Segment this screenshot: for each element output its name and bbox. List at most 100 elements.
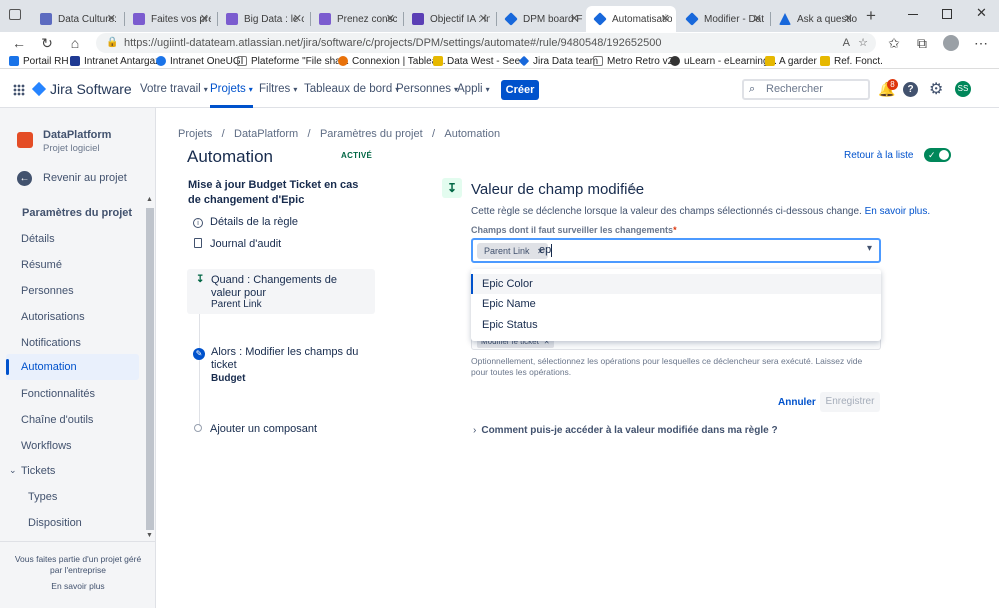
browser-tab[interactable]: DPM board FU ✕ — [497, 6, 585, 32]
browser-tab[interactable]: Prenez conscie ✕ — [311, 6, 401, 32]
action-component[interactable]: ✎ Alors : Modifier les champs du ticket … — [187, 344, 375, 386]
browser-tab[interactable]: Big Data : le c ✕ — [218, 6, 308, 32]
nav-apps[interactable]: Appli ▾ — [457, 70, 490, 108]
browser-tab[interactable]: Ask a question ✕ — [771, 6, 859, 32]
save-button[interactable]: Enregistrer — [820, 392, 880, 412]
bookmark[interactable]: Intranet OneUGI — [156, 54, 243, 68]
learn-more-link[interactable]: En savoir plus — [0, 581, 156, 591]
close-window-icon[interactable]: ✕ — [976, 5, 987, 21]
bookmark[interactable]: Connexion | Tablea... — [338, 54, 446, 68]
close-icon[interactable]: ✕ — [661, 12, 670, 25]
browser-tab[interactable]: Modifier - Dat ✕ — [678, 6, 768, 32]
chevron-down-icon[interactable]: ▾ — [867, 243, 872, 254]
maximize-icon[interactable] — [942, 9, 952, 19]
bookmark[interactable]: uLearn - eLearning... — [670, 54, 777, 68]
nav-your-work[interactable]: Votre travail ▾ — [140, 70, 208, 108]
add-component-button[interactable]: Ajouter un composant — [194, 421, 317, 435]
new-tab-icon[interactable]: + — [866, 6, 876, 26]
bookmark[interactable]: Portail RH — [9, 54, 69, 68]
close-icon[interactable]: ✕ — [107, 12, 116, 25]
project-avatar-icon[interactable] — [17, 132, 33, 148]
fields-search-text[interactable]: ep — [539, 244, 551, 256]
rule-enabled-toggle[interactable]: ✓ — [924, 148, 951, 162]
breadcrumb-project[interactable]: DataPlatform — [234, 128, 298, 140]
app-name[interactable]: Jira Software — [50, 81, 132, 97]
window-menu-icon[interactable] — [9, 9, 21, 20]
favorites-icon[interactable]: ✩ — [885, 34, 903, 52]
browser-tab[interactable]: Data Culture: V ✕ — [32, 6, 122, 32]
back-to-project-button[interactable]: ← Revenir au projet — [17, 171, 147, 187]
back-to-list-link[interactable]: Retour à la liste — [844, 150, 913, 161]
close-icon[interactable]: ✕ — [844, 12, 853, 25]
nav-projects[interactable]: Projets ▾ — [210, 70, 253, 108]
scroll-up-icon[interactable]: ▲ — [146, 196, 153, 203]
edit-title-pencil-icon[interactable]: ✎ — [628, 182, 637, 195]
search-input[interactable]: ⌕ Rechercher — [742, 79, 870, 100]
more-menu-icon[interactable]: ⋯ — [972, 34, 990, 52]
nav-filters[interactable]: Filtres ▾ — [259, 70, 297, 108]
breadcrumb-settings[interactable]: Paramètres du projet — [320, 128, 423, 140]
browser-tab[interactable]: Faites vos pre ✕ — [125, 6, 215, 32]
minimize-icon[interactable] — [908, 14, 918, 15]
jira-logo-icon[interactable] — [31, 81, 47, 97]
sidebar-item-workflows[interactable]: Workflows — [21, 440, 72, 452]
fields-multiselect[interactable]: Parent Link ✕ ep ▾ — [471, 238, 881, 263]
sidebar-item-automation[interactable]: Automation — [6, 354, 139, 380]
project-name[interactable]: DataPlatform — [43, 129, 111, 141]
trigger-component[interactable]: ↧ Quand : Changements de valeur pour Par… — [187, 269, 375, 314]
browser-tab-active[interactable]: Automatisatio ✕ — [586, 6, 676, 32]
create-button[interactable]: Créer — [501, 80, 539, 100]
app-switcher-icon[interactable] — [13, 84, 25, 96]
faq-expander[interactable]: › Comment puis-je accéder à la valeur mod… — [473, 422, 778, 436]
sidebar-item-features[interactable]: Fonctionnalités — [21, 388, 95, 400]
collections-icon[interactable]: ⧉ — [913, 34, 931, 52]
breadcrumb-projects[interactable]: Projets — [178, 128, 212, 140]
close-icon[interactable]: ✕ — [293, 12, 302, 25]
home-icon[interactable]: ⌂ — [66, 34, 84, 52]
sidebar-item-layout[interactable]: Disposition — [28, 517, 82, 529]
sidebar-scrollbar[interactable] — [146, 208, 154, 530]
bookmark[interactable]: Metro Retro v2 — [593, 54, 673, 68]
cancel-button[interactable]: Annuler — [778, 397, 816, 408]
breadcrumb-automation[interactable]: Automation — [444, 128, 500, 140]
audit-log-link[interactable]: Journal d'audit — [194, 236, 281, 250]
bookmark[interactable]: Ref. Fonct. — [820, 54, 883, 68]
avatar[interactable]: SS — [955, 81, 971, 97]
sidebar-item-people[interactable]: Personnes — [21, 285, 74, 297]
favorite-star-icon[interactable]: ☆ — [858, 33, 868, 53]
sidebar-item-notifications[interactable]: Notifications — [21, 337, 81, 349]
browser-tab[interactable]: Objectif IA : in ✕ — [404, 6, 494, 32]
read-aloud-icon[interactable]: A — [843, 33, 850, 53]
nav-people[interactable]: Personnes ▾ — [396, 70, 458, 108]
sidebar-item-toolchain[interactable]: Chaîne d'outils — [21, 414, 93, 426]
dropdown-option[interactable]: Epic Status — [471, 315, 881, 335]
close-icon[interactable]: ✕ — [479, 12, 488, 25]
bookmark[interactable]: A garder — [765, 54, 817, 68]
reload-icon[interactable]: ↻ — [38, 34, 56, 52]
learn-more-link[interactable]: En savoir plus. — [865, 206, 931, 217]
sidebar-item-issues[interactable]: Tickets — [21, 465, 55, 477]
settings-gear-icon[interactable]: ⚙ — [929, 79, 943, 99]
sidebar-item-details[interactable]: Détails — [21, 233, 55, 245]
chevron-down-icon[interactable]: ⌄ — [9, 465, 17, 476]
close-icon[interactable]: ✕ — [200, 12, 209, 25]
sidebar-item-types[interactable]: Types — [28, 491, 57, 503]
help-icon[interactable]: ? — [903, 82, 918, 97]
nav-dashboards[interactable]: Tableaux de bord ▾ — [304, 70, 399, 108]
close-icon[interactable]: ✕ — [570, 12, 579, 25]
bookmark[interactable]: Plateforme "File sha... — [237, 54, 349, 68]
bookmark[interactable]: Intranet Antargaz — [70, 54, 160, 68]
rule-details-link[interactable]: i Détails de la règle — [193, 214, 298, 228]
address-bar[interactable]: 🔒 https://ugiintl-datateam.atlassian.net… — [96, 33, 876, 53]
bookmark[interactable]: Jira Data team — [518, 54, 598, 68]
back-icon[interactable]: ← — [10, 34, 28, 52]
dropdown-option[interactable]: Epic Name — [471, 294, 881, 314]
profile-icon[interactable] — [943, 35, 959, 51]
sidebar-item-permissions[interactable]: Autorisations — [21, 311, 85, 323]
scroll-down-icon[interactable]: ▼ — [146, 532, 153, 539]
bookmark[interactable]: Data West - Seed — [433, 54, 526, 68]
sidebar-item-summary[interactable]: Résumé — [21, 259, 62, 271]
dropdown-option[interactable]: Epic Color — [471, 274, 881, 294]
close-icon[interactable]: ✕ — [386, 12, 395, 25]
close-icon[interactable]: ✕ — [753, 12, 762, 25]
